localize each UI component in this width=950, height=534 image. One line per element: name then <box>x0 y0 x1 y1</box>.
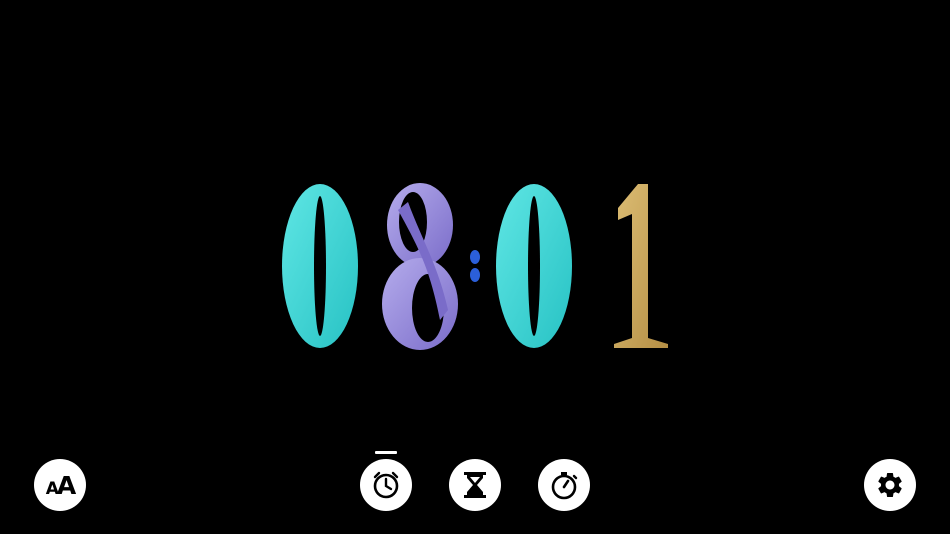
clock-mode-button[interactable] <box>360 459 412 511</box>
stopwatch-mode-button[interactable] <box>538 459 590 511</box>
font-size-button[interactable]: AA <box>34 459 86 511</box>
clock-screen: AA <box>0 0 950 534</box>
clock-digit-4 <box>614 184 668 348</box>
clock-separator <box>470 250 480 282</box>
font-size-big-letter: A <box>56 470 76 500</box>
clock-digits <box>282 183 668 350</box>
stopwatch-icon <box>551 472 578 500</box>
gear-icon <box>878 473 902 497</box>
font-size-icon: AA <box>45 470 77 500</box>
timer-mode-button[interactable] <box>449 459 501 511</box>
hourglass-icon <box>464 472 486 498</box>
clock-digit-3 <box>496 184 572 348</box>
clock-digit-2 <box>382 183 458 350</box>
settings-button[interactable] <box>864 459 916 511</box>
active-mode-indicator <box>375 451 397 454</box>
clock-digit-1 <box>282 184 358 348</box>
clock-display <box>270 170 690 360</box>
clock-icon <box>373 471 399 499</box>
font-size-small-letter: A <box>45 478 59 499</box>
